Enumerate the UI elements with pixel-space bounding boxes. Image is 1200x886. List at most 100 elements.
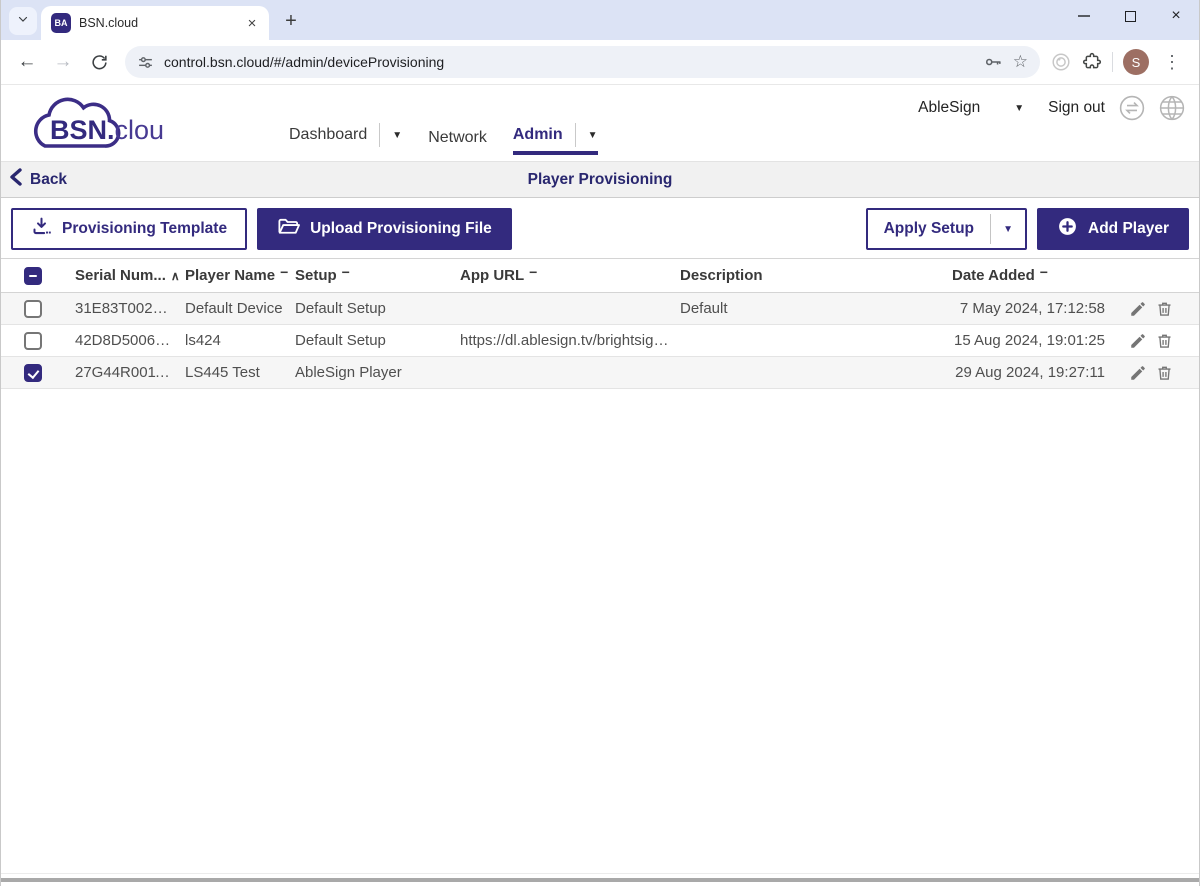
column-header-serial[interactable]: Serial Num...∧ <box>65 267 175 284</box>
main-content: Provisioning Template Upload Provisionin… <box>1 198 1199 886</box>
back-button[interactable]: Back <box>9 168 67 191</box>
svg-text:BSN.cloud: BSN.cloud <box>50 115 163 145</box>
minimize-button[interactable] <box>1061 0 1107 32</box>
row-checkbox-cell <box>1 364 65 382</box>
column-header-date-added[interactable]: Date Added− <box>942 267 1113 284</box>
browser-menu-icon[interactable]: ⋮ <box>1159 52 1185 73</box>
sort-dash-icon: − <box>1040 264 1048 280</box>
row-actions <box>1113 300 1199 318</box>
column-label: Serial Num... <box>75 267 166 284</box>
tab-close-icon[interactable]: × <box>243 14 261 32</box>
upload-provisioning-file-label: Upload Provisioning File <box>310 220 492 238</box>
row-actions <box>1113 332 1199 350</box>
date-added-cell: 15 Aug 2024, 19:01:25 <box>942 332 1113 349</box>
edit-pencil-icon[interactable] <box>1129 332 1147 350</box>
tab-search-button[interactable] <box>9 7 37 35</box>
column-header-description[interactable]: Description <box>670 267 942 284</box>
profile-avatar[interactable]: S <box>1123 49 1149 75</box>
bsn-cloud-logo[interactable]: BSN.cloud <box>15 89 163 160</box>
page-title: Player Provisioning <box>1 171 1199 189</box>
column-label: Player Name <box>185 267 275 284</box>
logo-bsn-text: BSN. <box>50 115 115 145</box>
date-added-cell: 29 Aug 2024, 19:27:11 <box>942 364 1113 381</box>
column-header-player-name[interactable]: Player Name− <box>175 267 285 284</box>
nav-group-network: Network <box>428 129 487 155</box>
row-checkbox[interactable] <box>24 364 42 382</box>
nav-group-admin: Admin ▼ <box>513 123 598 155</box>
add-player-button[interactable]: Add Player <box>1037 208 1189 250</box>
back-label: Back <box>30 171 67 189</box>
header-checkbox-cell <box>1 267 65 285</box>
horizontal-scrollbar[interactable] <box>1 873 1199 886</box>
app-url-cell: https://dl.ablesign.tv/brightsign/... <box>450 332 670 349</box>
maximize-button[interactable] <box>1107 0 1153 32</box>
chevron-left-icon <box>9 168 23 191</box>
sort-dash-icon: − <box>529 264 537 280</box>
row-checkbox[interactable] <box>24 300 42 318</box>
account-caret-icon[interactable]: ▼ <box>1014 103 1024 114</box>
account-name[interactable]: AbleSign <box>918 99 980 117</box>
extensions-puzzle-icon[interactable] <box>1082 52 1102 72</box>
reload-icon[interactable] <box>83 46 115 78</box>
row-checkbox-cell <box>1 300 65 318</box>
provisioning-template-label: Provisioning Template <box>62 220 227 238</box>
nav-item-network[interactable]: Network <box>428 129 487 147</box>
extension-badge-icon[interactable] <box>1050 51 1072 73</box>
password-key-icon[interactable] <box>983 52 1003 72</box>
forward-nav-icon[interactable]: → <box>47 46 79 78</box>
nav-separator <box>379 123 380 147</box>
column-label: Description <box>680 267 763 284</box>
apply-setup-label[interactable]: Apply Setup <box>868 210 990 248</box>
table-row[interactable]: 31E83T002514 Default Device Default Setu… <box>1 293 1199 325</box>
tab-strip: BA BSN.cloud × + × <box>1 0 1199 40</box>
setup-cell: AbleSign Player <box>285 364 450 381</box>
column-header-setup[interactable]: Setup− <box>285 267 450 284</box>
globe-language-icon[interactable] <box>1159 95 1185 121</box>
apply-setup-caret-icon[interactable]: ▼ <box>991 210 1025 248</box>
table-row[interactable]: 27G44R001145 LS445 Test AbleSign Player … <box>1 357 1199 389</box>
scrollbar-thumb[interactable] <box>1 878 1199 882</box>
page-subheader: Back Player Provisioning <box>1 161 1199 198</box>
row-actions <box>1113 364 1199 382</box>
player-name-cell: LS445 Test <box>175 364 285 381</box>
delete-trash-icon[interactable] <box>1156 332 1173 350</box>
apply-setup-button[interactable]: Apply Setup ▼ <box>866 208 1027 250</box>
delete-trash-icon[interactable] <box>1156 364 1173 382</box>
edit-pencil-icon[interactable] <box>1129 300 1147 318</box>
delete-trash-icon[interactable] <box>1156 300 1173 318</box>
plus-circle-icon <box>1057 216 1078 242</box>
provisioning-template-button[interactable]: Provisioning Template <box>11 208 247 250</box>
edit-pencil-icon[interactable] <box>1129 364 1147 382</box>
column-header-app-url[interactable]: App URL− <box>450 267 670 284</box>
dashboard-caret-icon[interactable]: ▼ <box>392 130 402 141</box>
empty-area <box>1 389 1199 873</box>
browser-tab[interactable]: BA BSN.cloud × <box>41 6 269 40</box>
address-bar[interactable]: control.bsn.cloud/#/admin/deviceProvisio… <box>125 46 1040 78</box>
row-checkbox-cell <box>1 332 65 350</box>
upload-provisioning-file-button[interactable]: Upload Provisioning File <box>257 208 512 250</box>
transfer-sync-icon[interactable] <box>1119 95 1145 121</box>
new-tab-button[interactable]: + <box>277 7 305 35</box>
back-nav-icon[interactable]: ← <box>11 46 43 78</box>
table-row[interactable]: 42D8D5006225 ls424 Default Setup https:/… <box>1 325 1199 357</box>
nav-separator <box>575 123 576 147</box>
toolbar-divider <box>1112 52 1113 72</box>
player-name-cell: ls424 <box>175 332 285 349</box>
nav-item-dashboard[interactable]: Dashboard <box>289 126 367 144</box>
column-label: App URL <box>460 267 524 284</box>
close-button[interactable]: × <box>1153 0 1199 32</box>
bookmark-star-icon[interactable]: ☆ <box>1013 52 1028 72</box>
serial-cell: 42D8D5006225 <box>65 332 175 349</box>
nav-group-dashboard: Dashboard ▼ <box>289 123 402 155</box>
row-checkbox[interactable] <box>24 332 42 350</box>
url-text[interactable]: control.bsn.cloud/#/admin/deviceProvisio… <box>164 54 973 70</box>
tab-favicon: BA <box>51 13 71 33</box>
browser-toolbar: ← → control.bsn.cloud/#/admin/deviceProv… <box>1 40 1199 85</box>
admin-caret-icon[interactable]: ▼ <box>588 130 598 141</box>
site-header: BSN.cloud Dashboard ▼ Network Admin ▼ Ab… <box>1 85 1199 161</box>
nav-item-admin[interactable]: Admin <box>513 126 563 144</box>
site-settings-icon[interactable] <box>137 54 154 71</box>
select-all-checkbox[interactable] <box>24 267 42 285</box>
sign-out-link[interactable]: Sign out <box>1048 99 1105 117</box>
logo-cloud-text: cloud <box>115 115 163 145</box>
